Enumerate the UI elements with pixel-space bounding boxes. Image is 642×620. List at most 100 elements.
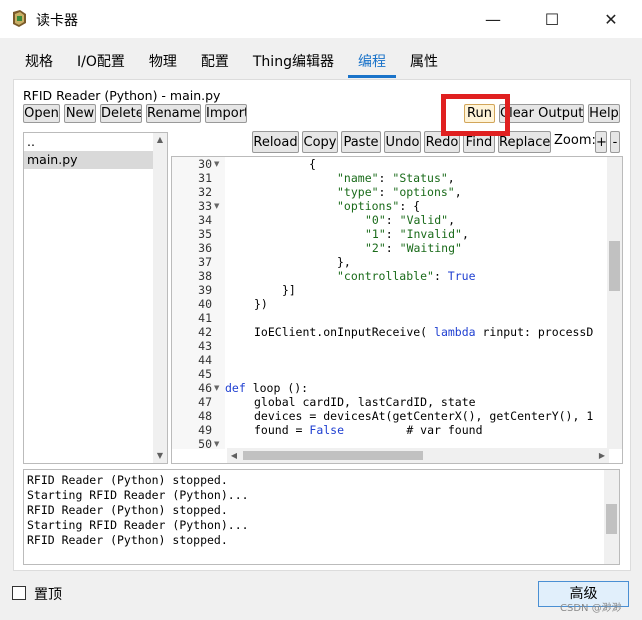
fold-arrow-icon[interactable]: ▼ [214, 157, 219, 171]
line-number: 34 [198, 213, 212, 227]
fold-arrow-icon[interactable]: ▼ [214, 437, 219, 451]
output-console: RFID Reader (Python) stopped. Starting R… [23, 469, 620, 565]
code-text: "type": "options", [337, 185, 462, 199]
tab-config[interactable]: 配置 [189, 48, 241, 78]
new-button[interactable]: New [64, 104, 96, 123]
code-text: }] [282, 283, 296, 297]
highlight-box [441, 94, 510, 136]
editor-horizontal-thumb[interactable] [243, 451, 423, 460]
tab-physical[interactable]: 物理 [137, 48, 189, 78]
import-button[interactable]: Import [205, 104, 247, 123]
line-number: 37 [198, 255, 212, 269]
keyword-token: def [225, 381, 246, 395]
line-number: 36 [198, 241, 212, 255]
fold-arrow-icon[interactable]: ▼ [214, 381, 219, 395]
file-item-main-py[interactable]: main.py [24, 151, 167, 169]
line-number: 32 [198, 185, 212, 199]
code-token: rinput: processD [475, 325, 594, 339]
line-number: 33 [198, 199, 212, 213]
editor-vertical-scrollbar[interactable] [607, 157, 622, 449]
line-number: 47 [198, 395, 212, 409]
scroll-up-arrow-icon[interactable]: ▲ [153, 135, 167, 145]
code-text: "options": { [337, 199, 420, 213]
tab-io-config[interactable]: I/O配置 [65, 48, 137, 78]
delete-button[interactable]: Delete [100, 104, 142, 123]
code-text: "0": "Valid", [365, 213, 456, 227]
string-token: "type" [337, 185, 379, 199]
line-number: 40 [198, 297, 212, 311]
string-token: "Invalid" [399, 227, 462, 241]
clear-outputs-button[interactable]: Clear Outputs [499, 104, 584, 123]
output-line: RFID Reader (Python) stopped. [27, 473, 228, 487]
line-number: 42 [198, 325, 212, 339]
string-token: "1" [365, 227, 386, 241]
scroll-left-arrow-icon[interactable]: ◀ [227, 451, 241, 461]
output-scroll-thumb[interactable] [606, 504, 617, 534]
code-token: found = [254, 423, 310, 437]
string-token: "options" [392, 185, 455, 199]
always-on-top-checkbox[interactable] [12, 586, 26, 600]
line-number: 39 [198, 283, 212, 297]
tab-programming[interactable]: 编程 [346, 48, 398, 78]
code-text: global cardID, lastCardID, state [254, 395, 476, 409]
watermark: CSDN @渺渺 [560, 603, 622, 614]
code-token: : { [399, 199, 421, 213]
string-token: "Waiting" [399, 241, 462, 255]
line-number: 50 [198, 437, 212, 451]
line-number: 41 [198, 311, 212, 325]
string-token: "2" [365, 241, 386, 255]
zoom-label: Zoom: [554, 133, 596, 148]
output-line: RFID Reader (Python) stopped. [27, 533, 228, 547]
zoom-in-button[interactable]: + [595, 131, 607, 153]
code-text: "controllable": True [337, 269, 476, 283]
string-token: "Valid" [399, 213, 449, 227]
file-list-scrollbar[interactable]: ▲ ▼ [153, 133, 167, 463]
keyword-token: True [447, 269, 476, 283]
app-icon [10, 9, 30, 29]
programming-panel: RFID Reader (Python) - main.py Open New … [13, 79, 631, 571]
code-text: "1": "Invalid", [365, 227, 469, 241]
help-button[interactable]: Help [588, 104, 620, 123]
rename-button[interactable]: Rename [146, 104, 201, 123]
code-text: }) [254, 297, 268, 311]
scroll-down-arrow-icon[interactable]: ▼ [153, 451, 167, 461]
keyword-token: False [309, 423, 345, 437]
code-token: # var found [344, 423, 483, 437]
code-token: IoEClient.onInputReceive( [254, 325, 435, 339]
open-button[interactable]: Open [23, 104, 60, 123]
line-number: 38 [198, 269, 212, 283]
fold-arrow-icon[interactable]: ▼ [214, 199, 219, 213]
line-number: 49 [198, 423, 212, 437]
always-on-top-label: 置顶 [34, 587, 62, 603]
line-number: 43 [198, 339, 212, 353]
code-text: "2": "Waiting" [365, 241, 462, 255]
file-title: RFID Reader (Python) - main.py [23, 88, 221, 103]
line-number: 48 [198, 409, 212, 423]
editor-horizontal-scrollbar[interactable]: ◀ ▶ [227, 448, 609, 463]
reload-button[interactable]: Reload [252, 131, 299, 153]
output-line: RFID Reader (Python) stopped. [27, 503, 228, 517]
tab-attributes[interactable]: 属性 [398, 48, 450, 78]
line-number: 45 [198, 367, 212, 381]
tab-thing-editor[interactable]: Thing编辑器 [241, 48, 346, 78]
code-text: }, [337, 255, 351, 269]
copy-button[interactable]: Copy [302, 131, 338, 153]
zoom-out-button[interactable]: - [610, 131, 620, 153]
line-number: 44 [198, 353, 212, 367]
file-item-parent[interactable]: .. [24, 133, 167, 151]
maximize-button[interactable]: ☐ [530, 7, 574, 31]
code-text: IoEClient.onInputReceive( lambda rinput:… [254, 325, 593, 339]
editor-vertical-thumb[interactable] [609, 241, 620, 291]
tab-specs[interactable]: 规格 [13, 48, 65, 78]
minimize-button[interactable]: — [471, 7, 515, 31]
output-scrollbar[interactable] [604, 470, 619, 564]
close-button[interactable]: ✕ [589, 7, 633, 31]
paste-button[interactable]: Paste [341, 131, 381, 153]
file-list: .. main.py ▲ ▼ [23, 132, 168, 464]
window-client: 规格 I/O配置 物理 配置 Thing编辑器 编程 属性 RFID Reade… [0, 38, 642, 620]
scroll-right-arrow-icon[interactable]: ▶ [595, 451, 609, 461]
code-editor[interactable]: 30 ▼ { 31 "name": "Status", 32 "type": "… [171, 156, 623, 464]
line-number: 31 [198, 171, 212, 185]
code-text: devices = devicesAt(getCenterX(), getCen… [254, 409, 594, 423]
undo-button[interactable]: Undo [384, 131, 421, 153]
